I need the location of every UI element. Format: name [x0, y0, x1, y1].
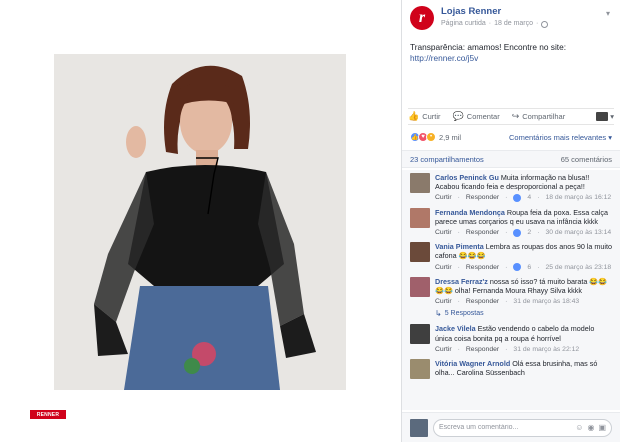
comment-icon: 💬 — [452, 111, 464, 121]
like-icon — [513, 194, 522, 202]
share-label: Compartilhar — [522, 112, 566, 121]
comments-list[interactable]: Carlos Peninck Gu Muita informação na bl… — [402, 170, 620, 410]
comment-reply-link[interactable]: Responder — [466, 297, 499, 306]
avatar[interactable] — [410, 173, 430, 193]
page-status: Página curtida — [441, 20, 486, 27]
photo-viewer[interactable]: RENNER — [0, 0, 401, 442]
chevron-down-icon: ▾ — [610, 112, 614, 121]
like-icon — [513, 228, 522, 237]
post-header: r Lojas Renner Página curtida · 18 de ma… — [402, 0, 620, 36]
shares-count[interactable]: 23 compartilhamentos — [410, 155, 484, 164]
like-label: Curtir — [422, 112, 441, 121]
post-message: Transparência: amamos! Encontre no site: — [410, 42, 567, 52]
comment-like-link[interactable]: Curtir — [435, 345, 452, 354]
post-text: Transparência: amamos! Encontre no site:… — [402, 36, 620, 100]
replies-label: 5 Respostas — [444, 310, 484, 318]
comment-author[interactable]: Carlos Peninck Gu — [435, 173, 499, 182]
comment-item: Vitória Wagner Arnold Olá essa brusinha,… — [402, 356, 620, 381]
page-subline: Página curtida · 18 de março · — [441, 18, 549, 30]
avatar — [596, 112, 609, 121]
comment-like-link[interactable]: Curtir — [435, 297, 452, 306]
like-button[interactable]: 👍 Curtir — [408, 111, 441, 122]
comments-count[interactable]: 65 comentários — [561, 155, 612, 164]
share-button[interactable]: ↪ Compartilhar — [512, 111, 565, 122]
like-icon — [513, 263, 522, 272]
comment-reply-link[interactable]: Responder — [466, 263, 499, 272]
comment-reply-link[interactable]: Responder — [466, 345, 499, 354]
comment-time[interactable]: 30 de março às 13:14 — [545, 228, 611, 237]
comment-item: Jacke Vilela Estão vendendo o cabelo da … — [402, 321, 620, 356]
comment-author[interactable]: Vitória Wagner Arnold — [435, 359, 510, 368]
comment-reply-link[interactable]: Responder — [466, 193, 499, 202]
comment-author[interactable]: Dressa Ferraz'z — [435, 277, 488, 286]
comment-item: Carlos Peninck Gu Muita informação na bl… — [402, 170, 620, 205]
wow-reaction-icon[interactable]: • — [426, 132, 436, 142]
post-sidebar: r Lojas Renner Página curtida · 18 de ma… — [401, 0, 620, 442]
renner-watermark: RENNER — [30, 410, 66, 419]
comment-item: Fernanda Mendonça Roupa feia da poxa. Es… — [402, 205, 620, 240]
emoji-icon[interactable]: ☺ — [575, 423, 583, 432]
gif-icon[interactable]: ▣ — [598, 423, 606, 432]
comment-reply-link[interactable]: Responder — [466, 228, 499, 237]
comment-like-link[interactable]: Curtir — [435, 228, 452, 237]
comment-time[interactable]: 18 de março às 16:12 — [545, 193, 611, 202]
comment-like-count[interactable]: 2 — [527, 228, 531, 237]
comment-time[interactable]: 31 de março às 18:43 — [513, 297, 579, 306]
comment-time[interactable]: 25 de março às 23:18 — [545, 263, 611, 272]
post-photo[interactable] — [54, 54, 346, 390]
comment-author[interactable]: Fernanda Mendonça — [435, 208, 505, 217]
comment-sort-label: Comentários mais relevantes — [509, 132, 607, 142]
page-logo[interactable]: r — [410, 6, 434, 30]
chevron-down-icon[interactable]: ▾ — [606, 9, 610, 18]
avatar[interactable] — [410, 242, 430, 263]
post-date[interactable]: 18 de março — [494, 18, 533, 30]
comment-like-link[interactable]: Curtir — [435, 263, 452, 272]
counts-row: 23 compartilhamentos 65 comentários — [402, 150, 620, 168]
avatar[interactable] — [410, 324, 430, 345]
comment-author[interactable]: Jacke Vilela — [435, 324, 476, 333]
view-replies-link[interactable]: ↳ 5 Respostas — [402, 308, 620, 321]
share-icon: ↪ — [511, 111, 520, 121]
reactions-row: 👍 ♥ • 2,9 mil Comentários mais relevante… — [410, 130, 612, 144]
comment-input[interactable] — [439, 424, 572, 431]
comment-composer: ☺ ◉ ▣ — [402, 412, 620, 442]
thumbs-up-icon: 👍 — [408, 111, 420, 121]
camera-icon[interactable]: ◉ — [587, 423, 594, 432]
comment-button[interactable]: 💬 Comentar — [453, 111, 500, 122]
comment-like-link[interactable]: Curtir — [435, 193, 452, 202]
actions-bar: 👍 Curtir 💬 Comentar ↪ Compartilhar ▾ — [408, 108, 614, 125]
page-meta: Lojas Renner Página curtida · 18 de març… — [441, 6, 549, 36]
comment-item: Dressa Ferraz'z nossa só isso? tá muito … — [402, 274, 620, 309]
globe-icon — [541, 20, 549, 28]
avatar — [410, 418, 428, 437]
page-name[interactable]: Lojas Renner — [441, 6, 548, 18]
comment-label: Comentar — [466, 112, 500, 121]
comment-like-count[interactable]: 6 — [527, 263, 531, 272]
post-link[interactable]: http://renner.co/j5v — [410, 53, 478, 63]
comment-item: Vania Pimenta Lembra as roupas dos anos … — [402, 239, 620, 274]
comment-author[interactable]: Vania Pimenta — [435, 242, 484, 251]
photo-illustration — [54, 54, 346, 390]
reply-arrow-icon: ↳ — [435, 309, 442, 319]
comment-time[interactable]: 31 de março às 22:12 — [513, 345, 579, 354]
comment-input-box[interactable]: ☺ ◉ ▣ — [433, 418, 612, 437]
avatar[interactable] — [410, 359, 430, 380]
comment-sort-dropdown[interactable]: Comentários mais relevantes ▾ — [509, 133, 612, 142]
post-as-selector[interactable]: ▾ — [596, 112, 614, 121]
avatar[interactable] — [410, 207, 430, 228]
reaction-count[interactable]: 2,9 mil — [439, 133, 461, 142]
comment-like-count[interactable]: 4 — [527, 193, 531, 202]
avatar[interactable] — [410, 276, 430, 297]
